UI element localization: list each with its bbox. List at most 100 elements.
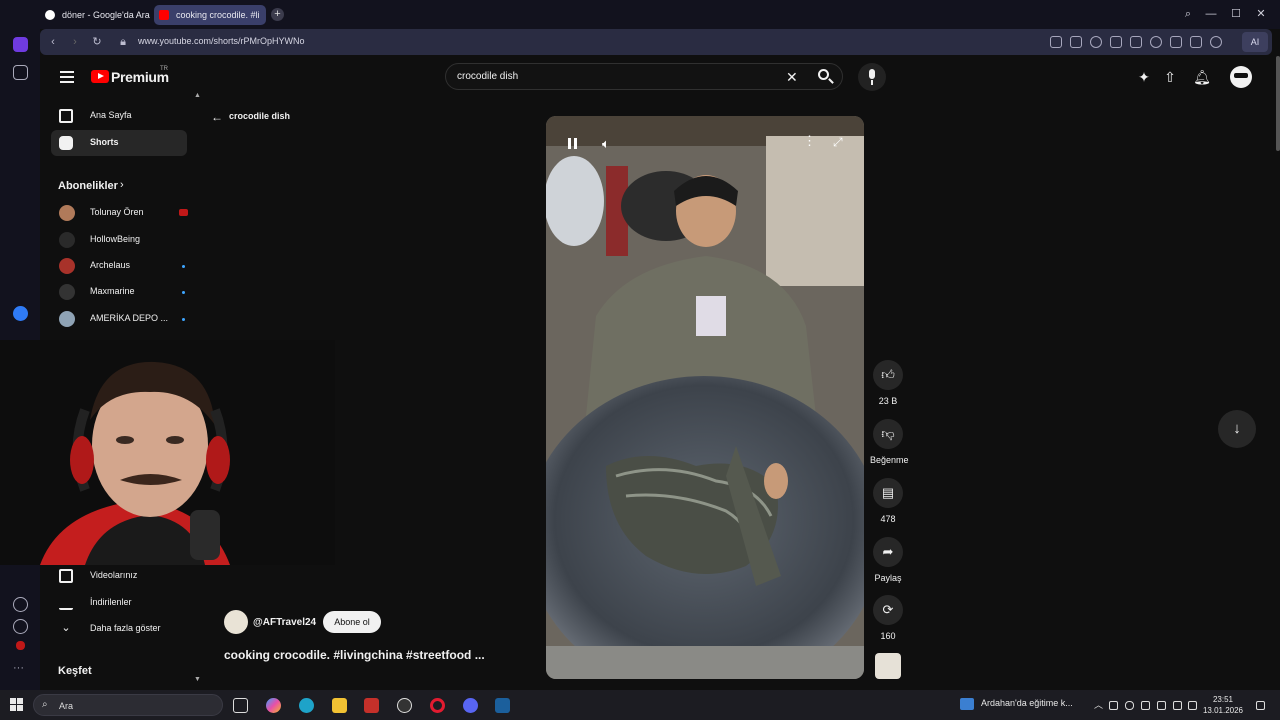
- edit-icon[interactable]: [1050, 36, 1062, 48]
- youtube-icon: [159, 10, 169, 20]
- next-video-arrow-icon[interactable]: ↓: [1218, 410, 1256, 448]
- news-widget-icon[interactable]: [960, 698, 974, 710]
- notification-icon[interactable]: [1256, 701, 1265, 710]
- bookmark-star-icon[interactable]: [13, 65, 28, 80]
- youtube-logo-icon[interactable]: [91, 70, 109, 83]
- steam-icon[interactable]: [495, 698, 510, 713]
- tab-title: döner - Google'da Ara: [62, 10, 150, 20]
- sidebar-item-subscription[interactable]: Tolunay Ören: [51, 200, 188, 226]
- file-explorer-icon[interactable]: [332, 698, 347, 713]
- minimize-button[interactable]: —: [1204, 7, 1218, 21]
- tab-youtube[interactable]: cooking crocodile. #li: [154, 5, 266, 25]
- fullscreen-icon[interactable]: ⤢: [833, 135, 843, 150]
- comment-icon[interactable]: ▤: [873, 478, 903, 508]
- tray-chevron-icon[interactable]: ︿: [1094, 701, 1103, 710]
- new-content-dot: [182, 265, 185, 268]
- history-icon[interactable]: [13, 619, 28, 634]
- heart-icon[interactable]: [1150, 36, 1162, 48]
- app-icon[interactable]: [364, 698, 379, 713]
- shield-icon[interactable]: [1090, 36, 1102, 48]
- sidebar-item-subscription[interactable]: HollowBeing: [51, 227, 187, 253]
- sidebar-scroll-down-icon[interactable]: ▼: [194, 676, 201, 683]
- heart-icon[interactable]: [13, 597, 28, 612]
- opera-icon[interactable]: [430, 698, 445, 713]
- tab-google[interactable]: döner - Google'da Ara: [40, 5, 150, 25]
- search-box[interactable]: crocodile dish ✕: [445, 63, 843, 90]
- notifications-bell-icon[interactable]: 🔔︎: [1193, 68, 1211, 86]
- voice-search-icon[interactable]: [858, 63, 886, 91]
- download-icon[interactable]: [1170, 36, 1182, 48]
- windows-start-icon[interactable]: [10, 698, 23, 711]
- page-scrollbar[interactable]: [1276, 56, 1280, 151]
- create-spark-icon[interactable]: ✦: [1135, 68, 1153, 86]
- url-field[interactable]: www.youtube.com/shorts/rPMrOpHYWNo: [138, 36, 305, 46]
- back-label[interactable]: crocodile dish: [229, 111, 290, 121]
- profile-icon[interactable]: [1210, 36, 1222, 48]
- home-icon[interactable]: [13, 37, 28, 52]
- subscribe-button[interactable]: Abone ol: [323, 611, 381, 633]
- more-options-icon[interactable]: ⋮: [803, 133, 816, 149]
- news-widget-text[interactable]: Ardahan'da eğitime k...: [981, 698, 1073, 708]
- menu-icon[interactable]: [60, 71, 74, 83]
- ai-button[interactable]: AI: [1242, 32, 1268, 52]
- clear-search-icon[interactable]: ✕: [786, 69, 798, 85]
- sidebar-item-your-videos[interactable]: Videolarınız: [51, 563, 187, 589]
- sidebar-item-subscription[interactable]: AMERİKA DEPO ...: [51, 306, 187, 332]
- network-icon[interactable]: [1173, 701, 1182, 710]
- channel-avatar[interactable]: [224, 610, 248, 634]
- tray-app-icon[interactable]: [1157, 701, 1166, 710]
- camera-icon[interactable]: [1070, 36, 1082, 48]
- copilot-icon[interactable]: [266, 698, 281, 713]
- sidebar-item-shorts[interactable]: Shorts: [51, 130, 187, 156]
- reload-icon[interactable]: ↻: [90, 35, 104, 49]
- menu-icon[interactable]: [1190, 36, 1202, 48]
- sidebar-item-home[interactable]: Ana Sayfa: [51, 103, 187, 129]
- channel-name[interactable]: @AFTravel24: [253, 617, 316, 628]
- obs-icon[interactable]: [397, 698, 412, 713]
- new-tab-button[interactable]: +: [271, 8, 284, 21]
- volume-icon[interactable]: [1188, 701, 1197, 710]
- pause-icon[interactable]: [568, 138, 577, 149]
- discord-icon[interactable]: [463, 698, 478, 713]
- extension-icon[interactable]: [16, 641, 25, 650]
- share-icon[interactable]: ➦: [873, 537, 903, 567]
- tray-app-icon[interactable]: [1141, 701, 1150, 710]
- tray-app-icon[interactable]: [1109, 701, 1118, 710]
- sidebar-item-subscription[interactable]: Archelaus: [51, 253, 187, 279]
- volume-icon[interactable]: 🔈︎: [602, 136, 610, 152]
- search-tabs-icon[interactable]: ⌕: [1181, 7, 1195, 21]
- play-icon[interactable]: [1130, 36, 1142, 48]
- short-video-player[interactable]: 🔈︎ ⋮ ⤢: [546, 116, 864, 679]
- clock[interactable]: 23:51 13.01.2026: [1200, 694, 1246, 716]
- close-window-button[interactable]: ✕: [1254, 7, 1268, 21]
- subscription-name: Tolunay Ören: [90, 207, 144, 217]
- back-icon[interactable]: ‹: [46, 35, 60, 49]
- microphone-icon[interactable]: [1125, 701, 1134, 710]
- sidebar-item-subscription[interactable]: Maxmarine: [51, 279, 187, 305]
- sound-thumbnail[interactable]: [875, 653, 901, 679]
- sidebar-item-show-more[interactable]: ⌄ Daha fazla göster: [51, 616, 187, 642]
- account-avatar[interactable]: [1230, 66, 1252, 88]
- video-caption[interactable]: cooking crocodile. #livingchina #streetf…: [224, 648, 485, 662]
- taskbar-search[interactable]: ⌕ Ara: [33, 694, 223, 716]
- task-view-icon[interactable]: [233, 698, 248, 713]
- search-input[interactable]: crocodile dish: [457, 71, 518, 82]
- remix-icon[interactable]: ⟳: [873, 595, 903, 625]
- back-arrow-icon[interactable]: ←: [211, 110, 223, 124]
- sidebar-item-label: Videolarınız: [90, 570, 138, 580]
- sidebar-scroll-up-icon[interactable]: ▲: [194, 92, 201, 99]
- like-icon[interactable]: 👍︎: [873, 360, 903, 390]
- messenger-icon[interactable]: [13, 306, 28, 321]
- chevron-right-icon[interactable]: ›: [120, 179, 124, 191]
- edge-icon[interactable]: [299, 698, 314, 713]
- sidebar-item-downloads[interactable]: İndirilenler: [51, 590, 187, 616]
- forward-icon[interactable]: ›: [68, 35, 82, 49]
- more-icon[interactable]: ···: [13, 662, 28, 677]
- upload-icon[interactable]: ⇧: [1161, 68, 1179, 86]
- vpn-icon[interactable]: [1110, 36, 1122, 48]
- dislike-icon[interactable]: 👎︎: [873, 419, 903, 449]
- taskbar-search-input[interactable]: Ara: [59, 701, 73, 711]
- subscriptions-heading[interactable]: Abonelikler: [58, 180, 118, 192]
- search-button[interactable]: [805, 63, 845, 90]
- maximize-button[interactable]: ☐: [1229, 7, 1243, 21]
